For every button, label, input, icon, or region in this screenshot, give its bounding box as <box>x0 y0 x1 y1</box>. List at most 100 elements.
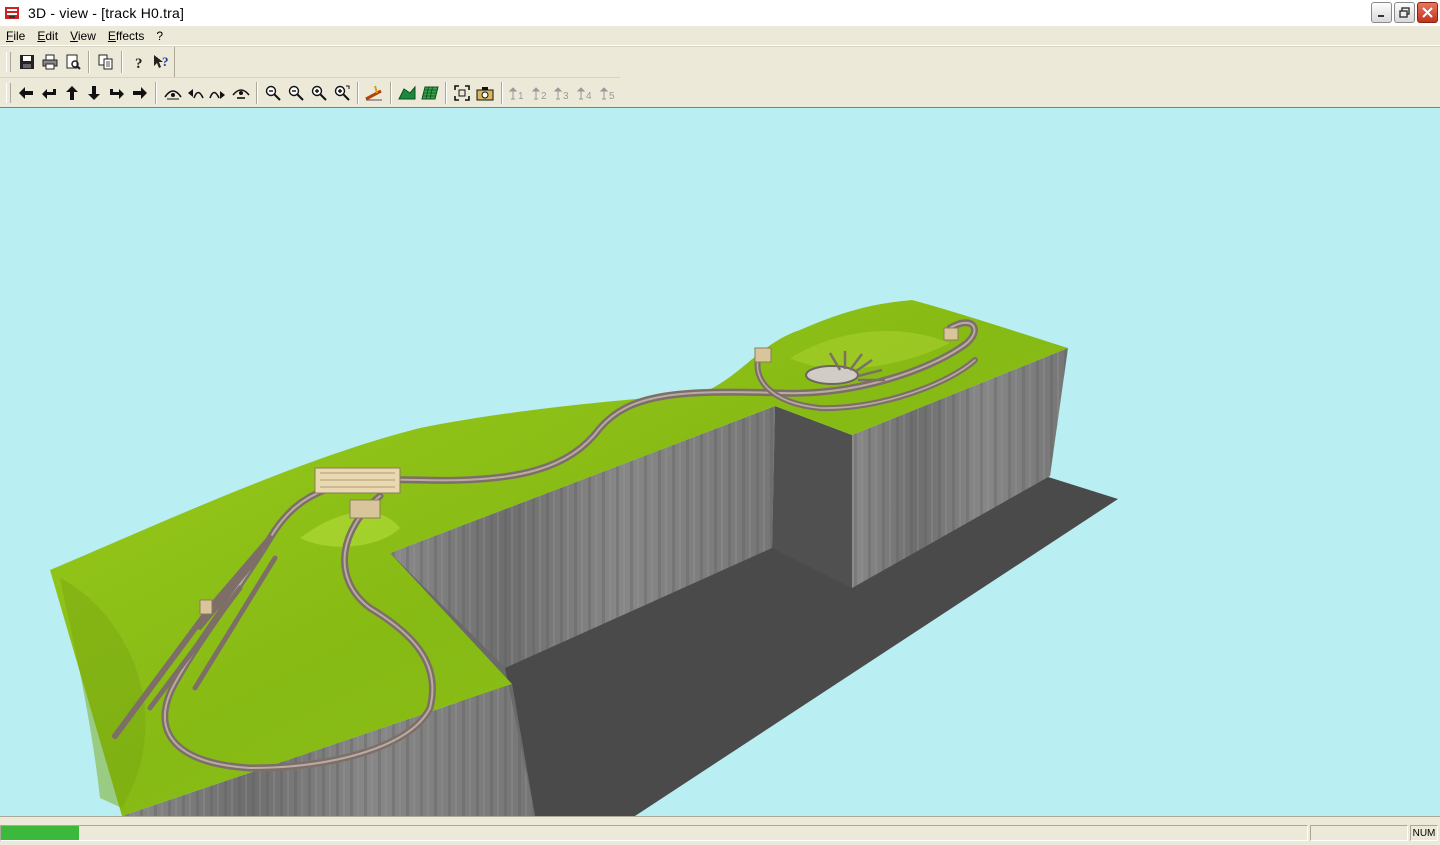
save-icon <box>19 55 34 69</box>
zoom-out-small-icon <box>288 85 304 101</box>
grid-button[interactable] <box>419 82 441 104</box>
toolbar-separator <box>256 82 259 104</box>
tilt-down-button[interactable] <box>230 82 252 104</box>
move-up-button[interactable] <box>61 82 83 104</box>
minimize-icon <box>1377 14 1384 17</box>
app-icon[interactable] <box>4 5 20 21</box>
num-lock-indicator: NUM <box>1410 825 1438 841</box>
viewpoint-1-icon: 1 <box>508 87 524 101</box>
toolbar-separator <box>389 82 392 104</box>
zoom-in-small-icon <box>311 85 327 101</box>
zoom-in-small-button[interactable] <box>308 82 330 104</box>
restore-icon <box>1399 7 1410 18</box>
layout-3d-scene <box>50 300 1118 816</box>
3d-viewport[interactable] <box>0 107 1440 816</box>
zoom-in-icon <box>334 85 350 101</box>
minimize-button[interactable] <box>1371 2 1392 23</box>
viewpoint-3-label: 3 <box>563 91 569 101</box>
tilt-right-button[interactable] <box>207 82 229 104</box>
status-empty-pane <box>1310 825 1408 841</box>
num-lock-label: NUM <box>1412 827 1436 839</box>
restore-button[interactable] <box>1394 2 1415 23</box>
zoom-in-button[interactable] <box>331 82 353 104</box>
viewpoint-2-icon: 2 <box>531 87 547 101</box>
viewpoint-4-icon: 4 <box>577 87 592 101</box>
toolbar-separator <box>174 47 175 77</box>
turn-left-button[interactable] <box>38 82 60 104</box>
grid-icon <box>421 86 439 100</box>
zoom-out-icon <box>266 85 282 101</box>
status-bar: NUM <box>0 816 1440 845</box>
svg-text:?: ? <box>135 56 143 70</box>
context-help-button[interactable]: ? <box>151 51 173 73</box>
tilt-up-icon <box>163 90 182 100</box>
viewpoint-2-label: 2 <box>541 91 547 101</box>
move-down-button[interactable] <box>84 82 106 104</box>
navigation-toolbar: 1 2 3 4 5 <box>0 77 620 108</box>
viewpoint-4-button[interactable]: 4 <box>575 82 597 104</box>
copy-button[interactable] <box>95 51 117 73</box>
viewpoint-1-label: 1 <box>518 91 524 101</box>
fit-view-icon <box>454 85 471 101</box>
menu-file[interactable]: File <box>0 29 31 43</box>
toolbar-separator <box>88 51 90 73</box>
tunnel-portal <box>754 347 772 363</box>
viewpoint-5-button[interactable]: 5 <box>598 82 620 104</box>
viewpoint-3-icon: 3 <box>554 87 569 101</box>
tilt-down-icon <box>232 89 250 99</box>
toolbar-separator <box>445 82 448 104</box>
progress-indicator <box>0 825 1308 841</box>
tunnel-portal <box>943 327 959 341</box>
viewpoint-5-label: 5 <box>609 91 615 101</box>
menu-bar: File Edit View Effects ? <box>0 26 1440 46</box>
viewpoint-2-button[interactable]: 2 <box>530 82 552 104</box>
viewpoint-1-button[interactable]: 1 <box>507 82 529 104</box>
camera-button[interactable] <box>474 82 496 104</box>
small-building <box>199 599 213 615</box>
menu-effects[interactable]: Effects <box>102 29 150 43</box>
close-button[interactable] <box>1417 2 1438 23</box>
print-icon <box>42 54 57 70</box>
menu-help[interactable]: ? <box>150 29 169 43</box>
turn-left-icon <box>42 89 57 99</box>
progress-fill <box>1 826 80 840</box>
zoom-out-small-button[interactable] <box>285 82 307 104</box>
copy-icon <box>98 54 112 70</box>
arrow-up-icon <box>65 86 78 100</box>
save-button[interactable] <box>16 51 38 73</box>
tunnel-portal <box>349 499 381 519</box>
print-preview-icon <box>66 54 81 70</box>
print-preview-button[interactable] <box>62 51 84 73</box>
tilt-left-button[interactable] <box>184 82 206 104</box>
toolbar-separator <box>356 82 359 104</box>
move-left-button[interactable] <box>15 82 37 104</box>
tilt-left-icon <box>188 89 205 99</box>
turn-right-icon <box>110 89 125 99</box>
help-icon: ? <box>135 56 143 70</box>
terrain-button[interactable] <box>396 82 418 104</box>
viewpoint-4-label: 4 <box>586 91 592 101</box>
toolbar-separator <box>155 82 158 104</box>
svg-text:?: ? <box>162 54 169 69</box>
title-bar: 3D - view - [track H0.tra] <box>0 0 1440 27</box>
terrain-icon <box>398 85 416 100</box>
tilt-up-button[interactable] <box>162 82 184 104</box>
menu-view[interactable]: View <box>64 29 102 43</box>
menu-edit[interactable]: Edit <box>31 29 64 43</box>
print-button[interactable] <box>39 51 61 73</box>
help-button[interactable]: ? <box>128 51 150 73</box>
move-right-button[interactable] <box>129 82 151 104</box>
close-icon <box>1422 7 1433 18</box>
toolbar-separator <box>121 51 123 73</box>
track-tool-button[interactable] <box>363 82 385 104</box>
fit-view-button[interactable] <box>452 82 474 104</box>
tilt-right-icon <box>209 91 226 99</box>
zoom-out-button[interactable] <box>263 82 285 104</box>
turn-right-button[interactable] <box>106 82 128 104</box>
toolbar-separator <box>500 82 503 104</box>
track-tool-icon <box>365 85 383 101</box>
arrow-down-icon <box>88 86 101 100</box>
viewpoint-3-button[interactable]: 3 <box>552 82 574 104</box>
toolbar-grip[interactable] <box>6 52 11 72</box>
toolbar-grip[interactable] <box>6 83 11 103</box>
